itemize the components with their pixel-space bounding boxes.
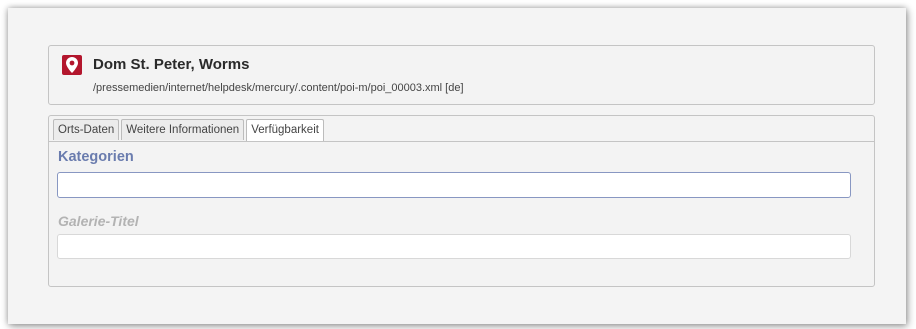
kategorien-input[interactable]	[57, 172, 851, 198]
resource-path: /pressemedien/internet/helpdesk/mercury/…	[93, 82, 464, 94]
tab-verfuegbarkeit[interactable]: Verfügbarkeit	[246, 119, 324, 141]
kategorien-label: Kategorien	[58, 149, 134, 165]
galerie-titel-label: Galerie-Titel	[58, 213, 139, 229]
tab-weitere-informationen[interactable]: Weitere Informationen	[121, 119, 245, 140]
galerie-titel-input[interactable]	[57, 234, 851, 259]
resource-title: Dom St. Peter, Worms	[93, 56, 250, 73]
tab-divider	[49, 141, 874, 142]
editor-window: Dom St. Peter, Worms /pressemedien/inter…	[8, 8, 906, 324]
resource-header: Dom St. Peter, Worms /pressemedien/inter…	[48, 45, 875, 105]
map-marker-icon	[62, 55, 82, 75]
tab-orts-daten[interactable]: Orts-Daten	[53, 119, 120, 140]
form-panel: Orts-Daten Weitere Informationen Verfügb…	[48, 115, 875, 287]
tab-bar: Orts-Daten Weitere Informationen Verfügb…	[53, 119, 326, 141]
